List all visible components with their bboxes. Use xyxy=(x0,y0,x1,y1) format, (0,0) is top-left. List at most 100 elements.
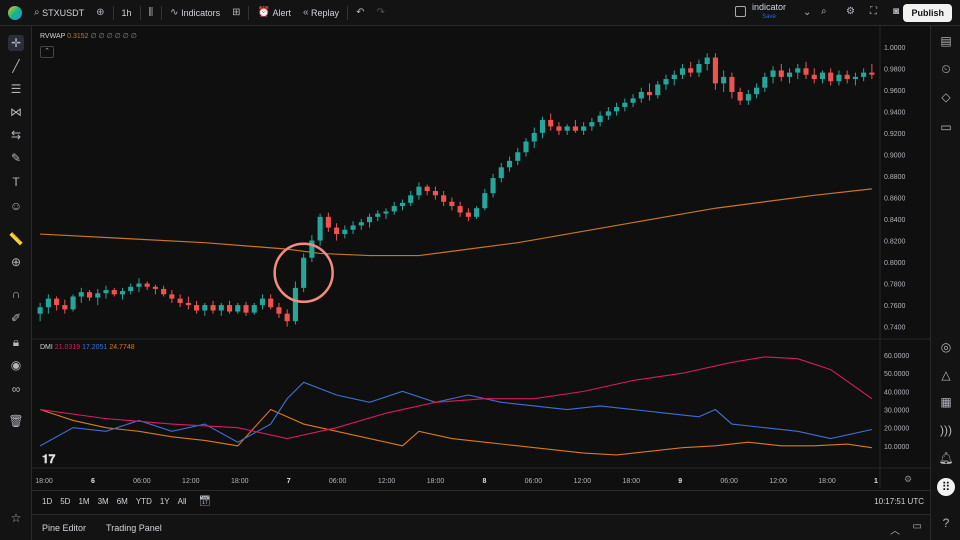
candle-body[interactable] xyxy=(704,57,710,64)
target-icon[interactable]: ◎ xyxy=(937,338,955,356)
candle-body[interactable] xyxy=(770,70,776,77)
zoom-in-icon[interactable]: ⊕ xyxy=(8,254,24,270)
undo-button[interactable]: ↶ xyxy=(350,0,370,26)
replay-button[interactable]: « Replay xyxy=(297,0,345,26)
candle-body[interactable] xyxy=(622,102,628,108)
candle-body[interactable] xyxy=(597,115,603,123)
fullscreen-icon[interactable]: ⛶ xyxy=(870,6,877,17)
layout-checkbox-icon[interactable] xyxy=(735,6,746,17)
candle-body[interactable] xyxy=(334,227,340,235)
candle-body[interactable] xyxy=(679,68,686,75)
candle-body[interactable] xyxy=(498,167,504,179)
candle-body[interactable] xyxy=(457,206,463,213)
candle-body[interactable] xyxy=(605,111,611,116)
candle-body[interactable] xyxy=(37,307,43,314)
chart-area[interactable]: 1.0000 0.9800 0.9600 0.9400 0.9200 0.9000 0.88… xyxy=(32,26,930,488)
pattern-icon[interactable]: ⋈ xyxy=(8,104,24,120)
dmi-legend[interactable]: DMI 21.0319 17.2051 24.7748 xyxy=(40,344,135,351)
text-icon[interactable]: T xyxy=(8,174,24,190)
candle-body[interactable] xyxy=(177,298,183,303)
candle-body[interactable] xyxy=(161,288,167,295)
candle-body[interactable] xyxy=(465,212,471,217)
candle-body[interactable] xyxy=(152,286,158,289)
alerts-clock-icon[interactable]: ⏲ xyxy=(937,60,955,78)
dmi-minus-line[interactable] xyxy=(39,381,873,447)
camera-icon[interactable]: ◙ xyxy=(893,6,899,17)
pine-icon[interactable]: △ xyxy=(937,366,955,384)
watchlist-icon[interactable]: ▤ xyxy=(937,32,955,50)
chart-canvas[interactable]: 1.0000 0.9800 0.9600 0.9400 0.9200 0.9000 0.88… xyxy=(32,26,930,488)
lock-icon[interactable]: 🔒︎ xyxy=(8,334,24,350)
candle-body[interactable] xyxy=(786,72,793,77)
candle-body[interactable] xyxy=(762,76,768,88)
candle-body[interactable] xyxy=(350,225,356,230)
candle-body[interactable] xyxy=(218,305,224,311)
range-button-all[interactable]: All xyxy=(174,497,191,506)
utc-clock[interactable]: 10:17:51 UTC xyxy=(874,497,924,506)
candle-body[interactable] xyxy=(366,216,373,223)
prediction-icon[interactable]: ⇆ xyxy=(8,127,24,143)
symbol-search-button[interactable]: ⌕ STXUSDT xyxy=(28,0,90,26)
candle-body[interactable] xyxy=(589,122,595,127)
candle-body[interactable] xyxy=(721,76,727,84)
range-button-ytd[interactable]: YTD xyxy=(132,497,156,506)
stay-in-drawing-icon[interactable]: ✐ xyxy=(8,310,24,326)
tab-pine-editor[interactable]: Pine Editor xyxy=(32,523,96,533)
candle-body[interactable] xyxy=(259,298,266,306)
link-icon[interactable]: ∞ xyxy=(8,381,24,397)
adx-line[interactable] xyxy=(39,408,872,456)
candle-body[interactable] xyxy=(778,70,784,77)
candle-body[interactable] xyxy=(490,178,496,194)
candle-body[interactable] xyxy=(795,68,801,73)
candle-body[interactable] xyxy=(103,290,109,294)
candle-body[interactable] xyxy=(86,292,93,298)
candle-body[interactable] xyxy=(309,240,315,258)
chart-type-button[interactable]: ⫼ xyxy=(143,0,160,26)
candle-body[interactable] xyxy=(737,91,743,101)
candle-body[interactable] xyxy=(861,72,867,77)
candle-body[interactable] xyxy=(424,186,430,191)
candle-body[interactable] xyxy=(194,305,200,311)
candle-body[interactable] xyxy=(284,313,290,322)
candle-body[interactable] xyxy=(852,76,858,80)
layout-name-button[interactable]: indicator Save xyxy=(752,2,786,22)
candle-body[interactable] xyxy=(523,141,529,153)
compare-symbol-button[interactable]: ⊕ xyxy=(90,0,110,26)
rvwap-legend[interactable]: RVWAP 0.3152 ∅ ∅ ∅ ∅ ∅ ∅ xyxy=(40,32,137,40)
broadcast-icon[interactable]: ))) xyxy=(937,421,955,439)
candle-body[interactable] xyxy=(819,72,826,80)
candle-body[interactable] xyxy=(144,283,150,287)
candle-body[interactable] xyxy=(358,222,364,226)
candle-body[interactable] xyxy=(745,94,751,101)
goto-date-icon[interactable]: 📅︎ xyxy=(199,496,212,507)
candle-body[interactable] xyxy=(754,87,760,95)
candle-body[interactable] xyxy=(556,126,562,131)
brush-icon[interactable]: ✎ xyxy=(8,150,24,166)
candle-body[interactable] xyxy=(136,283,142,287)
candle-body[interactable] xyxy=(646,91,653,96)
rvwap-line[interactable] xyxy=(40,188,872,257)
range-button-6m[interactable]: 6M xyxy=(113,497,132,506)
candle-body[interactable] xyxy=(531,132,537,142)
scale-settings-icon[interactable]: ⚙ xyxy=(904,474,912,484)
candle-body[interactable] xyxy=(869,72,875,75)
candle-body[interactable] xyxy=(45,298,51,308)
candle-body[interactable] xyxy=(292,287,298,322)
candle-body[interactable] xyxy=(572,126,578,131)
candle-body[interactable] xyxy=(111,290,117,295)
layers-icon[interactable]: ◇ xyxy=(937,88,955,106)
collapse-legend-icon[interactable]: ⌃ xyxy=(40,46,54,58)
candle-body[interactable] xyxy=(539,119,546,133)
range-button-1m[interactable]: 1M xyxy=(74,497,93,506)
crosshair-icon[interactable]: ✛ xyxy=(8,35,24,51)
candle-body[interactable] xyxy=(325,216,331,228)
indicators-button[interactable]: ∿ Indicators xyxy=(164,0,226,26)
interval-button[interactable]: 1h xyxy=(116,0,138,26)
calendar-icon[interactable]: ▦ xyxy=(937,393,955,411)
range-button-5d[interactable]: 5D xyxy=(56,497,74,506)
candle-body[interactable] xyxy=(638,91,644,99)
range-button-1d[interactable]: 1D xyxy=(38,497,56,506)
alert-button[interactable]: ⏰ Alert xyxy=(251,0,296,26)
candle-body[interactable] xyxy=(474,208,480,217)
ruler-icon[interactable]: 📏 xyxy=(8,231,24,247)
